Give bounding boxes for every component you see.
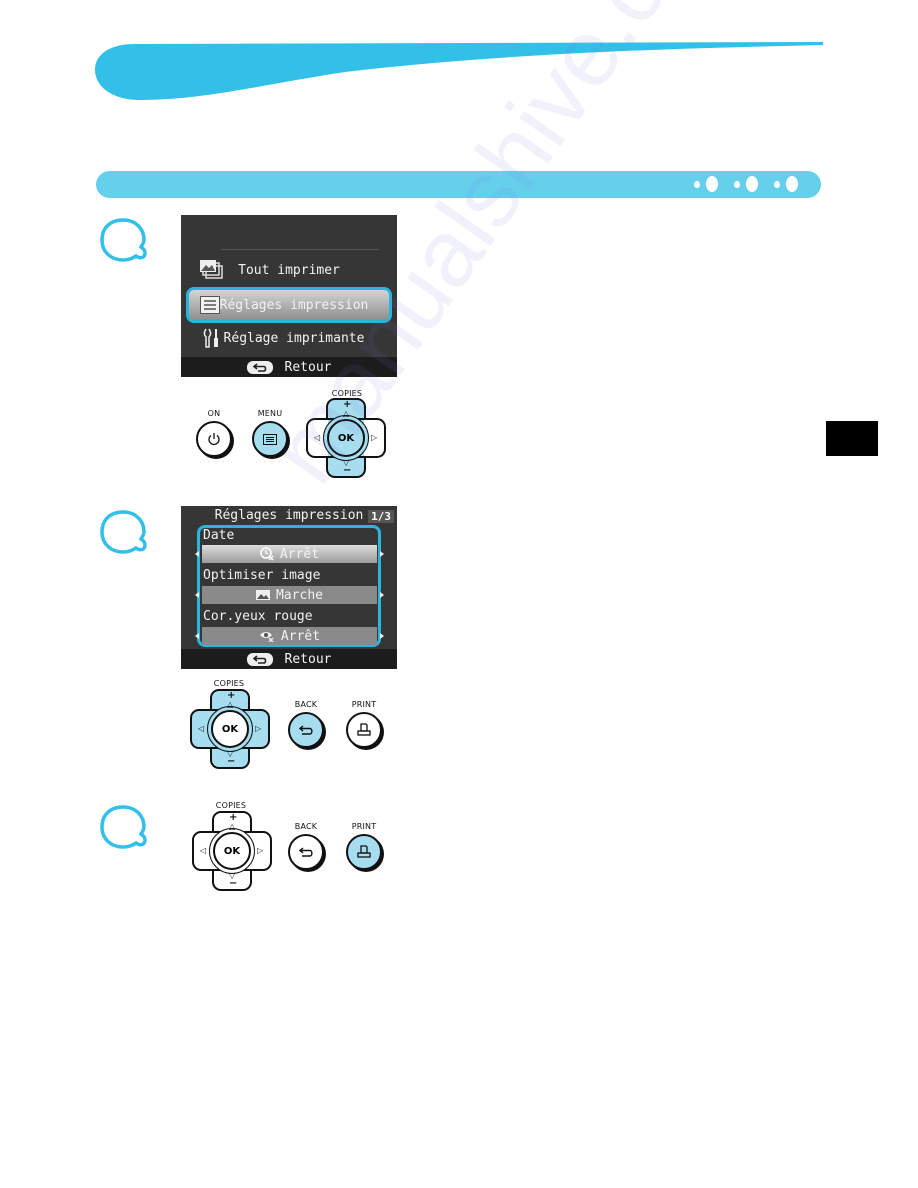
plus-sign: + <box>343 399 352 410</box>
ok-button[interactable]: OK <box>213 832 251 870</box>
decor-dot <box>746 176 758 192</box>
decor-dot <box>694 181 700 188</box>
back-arrow-icon <box>246 652 273 666</box>
decor-dot <box>706 176 718 192</box>
decor-dot <box>786 176 798 192</box>
screen-title: Réglages impression <box>214 508 364 523</box>
menu-button[interactable] <box>252 421 288 457</box>
menu-item-label: Tout imprimer <box>238 262 340 278</box>
menu-item-label: Réglages impression <box>219 297 369 313</box>
section-header-bar <box>96 171 821 198</box>
step-1-marker-icon <box>100 218 147 262</box>
left-arrow-icon: ◁ <box>200 846 207 855</box>
header-swoosh-decoration <box>95 42 823 100</box>
dpad-control[interactable]: OK + △ ▽ − ◁ ▷ <box>192 811 272 891</box>
print-button[interactable] <box>346 712 382 748</box>
image-icon <box>256 590 271 600</box>
menu-item-printer-settings[interactable]: Réglage imprimante <box>181 323 397 353</box>
date-off-icon <box>260 547 274 561</box>
divider <box>221 249 379 250</box>
right-arrow-icon[interactable] <box>380 633 384 639</box>
back-button[interactable] <box>288 834 324 870</box>
back-button-label: BACK <box>294 700 318 709</box>
dpad-copies-label: COPIES <box>215 801 247 810</box>
chapter-side-tab <box>826 421 878 456</box>
setting-label-red-eye: Cor.yeux rouge <box>203 609 313 624</box>
right-arrow-icon[interactable] <box>380 551 384 557</box>
lcd-footer: Retour <box>181 649 397 669</box>
print-button-label: PRINT <box>351 700 377 709</box>
back-arrow-icon <box>299 847 313 857</box>
on-button[interactable] <box>196 421 232 457</box>
lcd-main-menu-screen: Tout imprimer Réglages impression Réglag… <box>181 215 397 377</box>
minus-sign: − <box>229 878 238 889</box>
right-arrow-icon: ▷ <box>257 846 264 855</box>
back-arrow-icon <box>299 725 313 735</box>
minus-sign: − <box>227 756 236 767</box>
ok-button[interactable]: OK <box>327 419 365 457</box>
on-button-label: ON <box>207 409 221 418</box>
menu-icon <box>263 433 277 445</box>
print-icon <box>357 723 371 736</box>
footer-back-label: Retour <box>284 651 332 667</box>
up-arrow-icon: △ <box>227 700 234 709</box>
print-icon <box>357 845 371 858</box>
setting-value-optimize-image[interactable]: Marche <box>202 586 377 604</box>
print-button-label: PRINT <box>351 822 377 831</box>
decor-dot <box>734 181 740 188</box>
lcd-footer: Retour <box>181 357 397 377</box>
right-arrow-icon: ▷ <box>371 433 378 442</box>
up-arrow-icon: △ <box>229 822 236 831</box>
page-indicator: 1/3 <box>368 510 394 523</box>
back-arrow-icon <box>246 360 273 374</box>
power-icon <box>208 433 220 446</box>
menu-item-print-all[interactable]: Tout imprimer <box>181 255 397 285</box>
setting-value-text: Arrêt <box>280 628 321 644</box>
back-button-label: BACK <box>294 822 318 831</box>
decor-dot <box>774 181 780 188</box>
right-arrow-icon: ▷ <box>255 724 262 733</box>
right-arrow-icon[interactable] <box>380 592 384 598</box>
minus-sign: − <box>343 465 352 476</box>
setting-value-date[interactable]: Arrêt <box>202 545 377 563</box>
dpad-copies-label: COPIES <box>331 389 363 398</box>
setting-label-date: Date <box>203 528 235 543</box>
up-arrow-icon: △ <box>343 409 350 418</box>
plus-sign: + <box>229 812 238 823</box>
left-arrow-icon[interactable] <box>195 551 199 557</box>
menu-button-label: MENU <box>257 409 283 418</box>
footer-back-label: Retour <box>284 359 332 375</box>
dpad-control[interactable]: OK + △ ▽ − ◁ ▷ <box>306 398 386 478</box>
dpad-copies-label: COPIES <box>213 679 245 688</box>
left-arrow-icon[interactable] <box>195 633 199 639</box>
step-2-marker-icon <box>100 510 147 554</box>
left-arrow-icon: ◁ <box>198 724 205 733</box>
step-3-marker-icon <box>100 805 147 849</box>
setting-label-optimize-image: Optimiser image <box>203 568 321 583</box>
menu-item-label: Réglage imprimante <box>223 330 365 346</box>
lcd-print-settings-screen: Réglages impression 1/3 Date Arrêt Optim… <box>181 506 397 669</box>
back-button[interactable] <box>288 712 324 748</box>
setting-value-text: Marche <box>276 587 323 603</box>
setting-value-red-eye[interactable]: Arrêt <box>202 627 377 645</box>
setting-value-text: Arrêt <box>279 546 320 562</box>
dpad-control[interactable]: OK + △ ▽ − ◁ ▷ <box>190 689 270 769</box>
red-eye-off-icon <box>259 632 274 642</box>
ok-button[interactable]: OK <box>211 710 249 748</box>
left-arrow-icon[interactable] <box>195 592 199 598</box>
left-arrow-icon: ◁ <box>314 433 321 442</box>
print-button[interactable] <box>346 834 382 870</box>
plus-sign: + <box>227 690 236 701</box>
menu-item-print-settings-selected[interactable]: Réglages impression <box>186 287 392 323</box>
